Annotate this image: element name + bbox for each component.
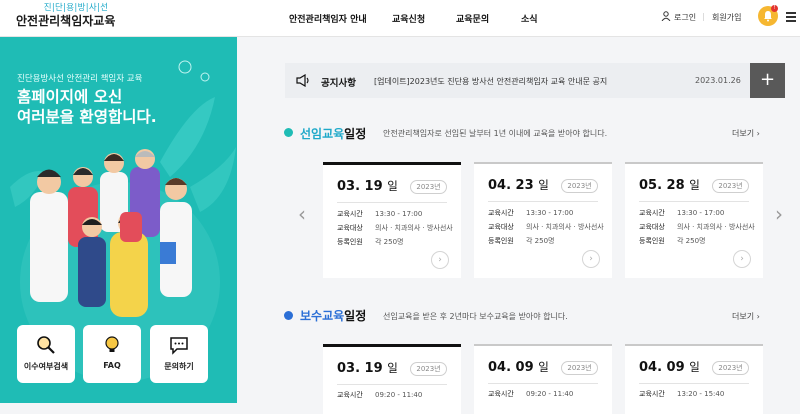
hamburger-menu-icon[interactable]: [786, 12, 796, 22]
card-divider: [337, 202, 447, 203]
chat-bubble-icon: [170, 337, 188, 355]
hero-title-line1: 홈페이지에 오신: [17, 88, 123, 106]
card-time-row: 교육시간 13:30 - 17:00: [337, 210, 423, 218]
schedule-card[interactable]: 03. 19 일 2023년 교육시간 09:20 - 11:40: [323, 344, 461, 414]
megaphone-icon: [296, 74, 309, 87]
notice-label: 공지사항: [321, 78, 356, 89]
section-bullet: [284, 128, 293, 137]
card-arrow-icon[interactable]: ›: [582, 250, 600, 268]
card-date: 03. 19 일: [337, 179, 398, 194]
card-date: 03. 19 일: [337, 361, 398, 376]
lightbulb-icon: [105, 336, 119, 352]
signup-link[interactable]: 회원가입: [712, 12, 741, 23]
util-divider: |: [702, 12, 705, 21]
schedule-card[interactable]: 04. 09 일 2023년 교육시간 09:20 - 11:40: [474, 344, 612, 414]
card-time-row: 교육시간 13:30 - 17:00: [639, 209, 725, 217]
card-divider: [488, 383, 598, 384]
magnifier-icon: [37, 336, 55, 354]
notification-badge: !: [771, 5, 778, 12]
card-target-row: 교육대상 의사 · 치과의사 · 방사선사: [337, 224, 453, 232]
card-date: 04. 09 일: [639, 360, 700, 375]
quick-link-completion-search[interactable]: 이수여부검색: [17, 325, 75, 383]
nav-item-guide[interactable]: 안전관리책임자 안내: [289, 12, 367, 25]
card-date: 04. 23 일: [488, 178, 549, 193]
quick-link-contact[interactable]: 문의하기: [150, 325, 208, 383]
card-arrow-icon[interactable]: ›: [733, 250, 751, 268]
card-year-badge: 2023년: [712, 361, 749, 375]
card-year-badge: 2023년: [410, 362, 447, 376]
nav-item-apply[interactable]: 교육신청: [392, 12, 425, 25]
more-link-initial[interactable]: 더보기 ›: [732, 128, 760, 139]
card-date: 05. 28 일: [639, 178, 700, 193]
site-header: 진|단|용|방|사|선 안전관리책임자교육 안전관리책임자 안내 교육신청 교육…: [0, 0, 800, 37]
site-logo[interactable]: 진|단|용|방|사|선 안전관리책임자교육: [16, 3, 136, 29]
nav-item-inquiry[interactable]: 교육문의: [456, 12, 489, 25]
card-divider: [337, 384, 447, 385]
section-title-refresher: 보수교육일정: [300, 309, 367, 323]
user-icon: [661, 11, 671, 21]
section-desc-refresher: 선임교육을 받은 후 2년마다 보수교육을 받아야 합니다.: [383, 312, 568, 321]
logo-subtitle: 진|단|용|방|사|선: [43, 3, 109, 13]
card-time-row: 교육시간 09:20 - 11:40: [337, 391, 423, 399]
schedule-card[interactable]: 04. 09 일 2023년 교육시간 13:20 - 15:40: [625, 344, 763, 414]
card-date: 04. 09 일: [488, 360, 549, 375]
hero-title: 홈페이지에 오신 여러분을 환영합니다.: [17, 87, 157, 127]
card-year-badge: 2023년: [561, 179, 598, 193]
card-target-row: 교육대상 의사 · 치과의사 · 방사선사: [488, 223, 604, 231]
card-divider: [639, 201, 749, 202]
notice-link[interactable]: [업데이트]2023년도 진단용 방사선 안전관리책임자 교육 안내문 공지: [374, 76, 607, 87]
nav-item-news[interactable]: 소식: [521, 12, 538, 25]
card-time-row: 교육시간 13:30 - 17:00: [488, 209, 574, 217]
section-desc-initial: 안전관리책임자로 선임된 날부터 1년 이내에 교육을 받아야 합니다.: [383, 129, 608, 138]
next-arrow-icon[interactable]: ›: [775, 202, 783, 226]
schedule-card[interactable]: 03. 19 일 2023년 교육시간 13:30 - 17:00 교육대상 의사 …: [323, 162, 461, 278]
card-time-row: 교육시간 13:20 - 15:40: [639, 390, 725, 398]
hero-panel: 진단용방사선 안전관리 책임자 교육 홈페이지에 오신 여러분을 환영합니다. …: [0, 37, 237, 403]
hero-title-line2: 여러분을 환영합니다.: [17, 108, 157, 126]
card-divider: [639, 383, 749, 384]
more-link-refresher[interactable]: 더보기 ›: [732, 311, 760, 322]
card-capacity-row: 등록인원 각 250명: [639, 237, 706, 245]
card-year-badge: 2023년: [410, 180, 447, 194]
card-time-row: 교육시간 09:20 - 11:40: [488, 390, 574, 398]
card-divider: [488, 201, 598, 202]
quick-link-label: 문의하기: [164, 362, 194, 371]
notice-bar: 공지사항 [업데이트]2023년도 진단용 방사선 안전관리책임자 교육 안내문…: [285, 63, 785, 98]
quick-link-faq[interactable]: FAQ: [83, 325, 141, 383]
bell-icon: [764, 11, 772, 22]
card-arrow-icon[interactable]: ›: [431, 251, 449, 269]
prev-arrow-icon[interactable]: ‹: [298, 202, 306, 226]
section-bullet: [284, 311, 293, 320]
card-capacity-row: 등록인원 각 250명: [488, 237, 555, 245]
section-title-initial: 선임교육일정: [300, 127, 367, 141]
schedule-card[interactable]: 05. 28 일 2023년 교육시간 13:30 - 17:00 교육대상 의사 …: [625, 162, 763, 278]
card-year-badge: 2023년: [561, 361, 598, 375]
logo-title: 안전관리책임자교육: [16, 14, 116, 28]
quick-link-label: 이수여부검색: [23, 362, 69, 371]
card-target-row: 교육대상 의사 · 치과의사 · 방사선사: [639, 223, 755, 231]
card-capacity-row: 등록인원 각 250명: [337, 238, 404, 246]
notice-more-button[interactable]: +: [750, 63, 785, 98]
login-link[interactable]: 로그인: [674, 12, 696, 23]
hero-subtitle: 진단용방사선 안전관리 책임자 교육: [17, 74, 143, 84]
card-year-badge: 2023년: [712, 179, 749, 193]
schedule-card[interactable]: 04. 23 일 2023년 교육시간 13:30 - 17:00 교육대상 의사 …: [474, 162, 612, 278]
quick-link-label: FAQ: [103, 361, 121, 370]
notice-date: 2023.01.26: [695, 76, 741, 85]
